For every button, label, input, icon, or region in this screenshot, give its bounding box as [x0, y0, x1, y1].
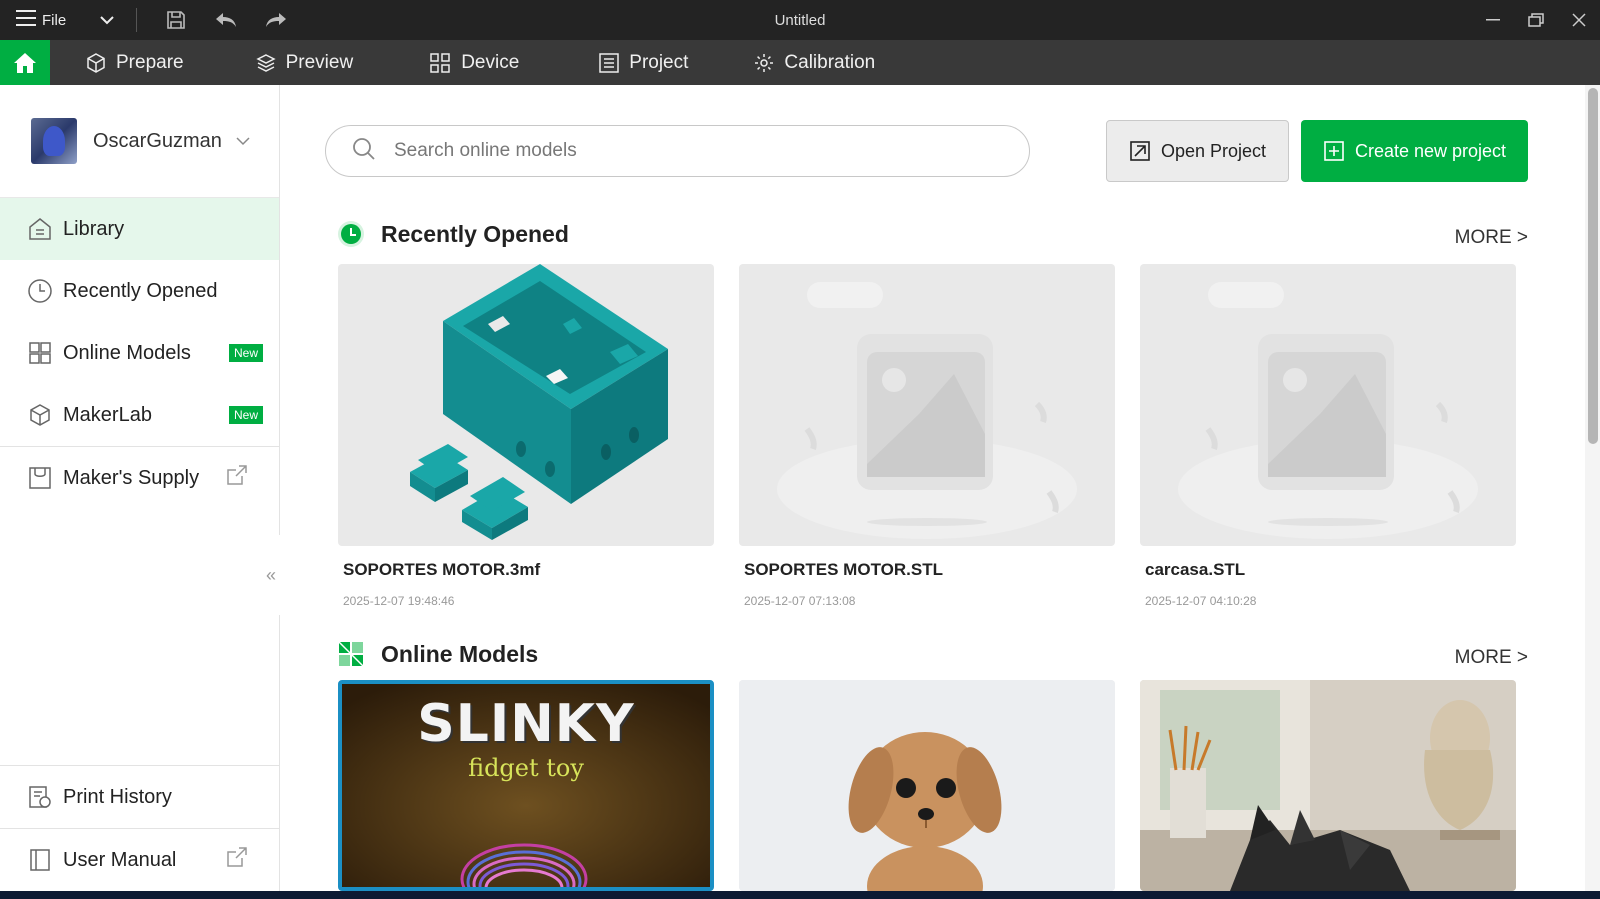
makerlab-icon	[27, 402, 53, 428]
model-thumbnail	[338, 264, 714, 546]
sidebar-item-label: Online Models	[63, 341, 191, 364]
sidebar-item-label: User Manual	[63, 848, 177, 871]
recently-opened-header: Recently Opened	[337, 220, 569, 248]
close-icon[interactable]	[1557, 0, 1600, 40]
file-menu-label: File	[42, 11, 67, 29]
section-title: Online Models	[381, 640, 539, 667]
sidebar-item-online-models[interactable]: Online Models New	[0, 322, 279, 384]
book-icon	[27, 847, 53, 873]
online-models-header: Online Models	[337, 640, 538, 668]
restore-icon[interactable]	[1514, 0, 1557, 40]
sidebar-item-label: Recently Opened	[63, 279, 218, 302]
online-model-card[interactable]	[739, 680, 1115, 891]
device-icon	[430, 52, 450, 73]
store-icon	[27, 465, 53, 491]
sidebar-item-recently-opened[interactable]: Recently Opened	[0, 260, 279, 322]
online-model-card[interactable]	[1140, 680, 1516, 891]
layers-icon	[255, 53, 276, 72]
file-date: 2025-12-07 07:13:08	[744, 594, 856, 608]
recent-more-link[interactable]: MORE >	[1455, 227, 1528, 249]
minimize-icon[interactable]	[1471, 0, 1514, 40]
search-icon	[352, 137, 376, 166]
models-icon	[338, 641, 364, 667]
home-icon	[14, 52, 36, 73]
toolbar-divider	[136, 8, 138, 32]
save-icon[interactable]	[151, 0, 201, 40]
tab-project[interactable]: Project	[599, 40, 688, 85]
create-new-project-button[interactable]: Create new project	[1301, 120, 1528, 182]
recent-card[interactable]: SOPORTES MOTOR.3mf 2025-12-07 19:48:46	[338, 264, 714, 608]
open-project-button[interactable]: Open Project	[1106, 120, 1289, 182]
tab-device[interactable]: Device	[429, 40, 519, 85]
external-link-icon	[227, 465, 247, 491]
gear-icon	[755, 53, 774, 72]
home-button[interactable]	[0, 40, 50, 85]
sidebar: OscarGuzman Library Recently Opened Onli…	[0, 85, 280, 891]
sidebar-item-label: Library	[63, 217, 125, 240]
hamburger-icon	[16, 10, 36, 30]
sidebar-item-makerlab[interactable]: MakerLab New	[0, 384, 279, 446]
external-link-icon	[227, 847, 247, 873]
tab-prepare-label: Prepare	[116, 51, 184, 73]
tab-prepare[interactable]: Prepare	[86, 40, 184, 85]
clock-icon	[27, 278, 53, 304]
open-project-icon	[1130, 141, 1150, 161]
open-project-label: Open Project	[1160, 140, 1267, 161]
new-badge: New	[228, 406, 263, 424]
sidebar-item-label: Print History	[63, 785, 172, 808]
placeholder-thumbnail	[1140, 264, 1516, 546]
online-more-link[interactable]: MORE >	[1455, 647, 1528, 669]
clock-icon	[338, 221, 364, 247]
create-project-label: Create new project	[1354, 140, 1507, 161]
new-badge: New	[228, 344, 263, 362]
username: OscarGuzman	[93, 129, 222, 152]
main-nav-bar: Prepare Preview Device Project Calibrati…	[0, 40, 1600, 85]
add-project-icon	[1324, 141, 1344, 161]
placeholder-thumbnail	[739, 264, 1115, 546]
online-model-card[interactable]: SLINKY fidget toy	[338, 680, 714, 891]
search-input[interactable]: Search online models	[394, 140, 577, 162]
tab-calibration-label: Calibration	[784, 51, 876, 73]
recent-card[interactable]: SOPORTES MOTOR.STL 2025-12-07 07:13:08	[739, 264, 1115, 608]
cube-icon	[87, 52, 105, 73]
avatar	[31, 118, 77, 164]
tab-calibration[interactable]: Calibration	[754, 40, 875, 85]
tab-preview[interactable]: Preview	[255, 40, 354, 85]
sidebar-item-user-manual[interactable]: User Manual	[0, 829, 279, 891]
tab-device-label: Device	[461, 51, 520, 73]
sidebar-item-label: Maker's Supply	[63, 466, 200, 489]
sidebar-item-label: MakerLab	[63, 403, 152, 426]
recent-card[interactable]: carcasa.STL 2025-12-07 04:10:28	[1140, 264, 1516, 608]
home-icon	[27, 216, 53, 242]
file-name: carcasa.STL	[1145, 560, 1246, 579]
file-name: SOPORTES MOTOR.3mf	[343, 560, 541, 579]
title-bar: File Untitled	[0, 0, 1600, 40]
file-date: 2025-12-07 19:48:46	[343, 594, 455, 608]
tab-project-label: Project	[629, 51, 689, 73]
tab-preview-label: Preview	[285, 51, 354, 73]
sidebar-item-print-history[interactable]: Print History	[0, 766, 279, 828]
file-date: 2025-12-07 04:10:28	[1145, 594, 1257, 608]
file-name: SOPORTES MOTOR.STL	[744, 560, 943, 579]
history-icon	[27, 784, 53, 810]
search-box[interactable]: Search online models	[325, 125, 1030, 177]
slinky-title: SLINKY	[417, 694, 635, 754]
sidebar-item-library[interactable]: Library	[0, 198, 279, 260]
chevron-down-icon[interactable]	[100, 12, 114, 28]
file-menu-button[interactable]: File	[0, 0, 124, 40]
section-title: Recently Opened	[381, 220, 569, 247]
list-icon	[599, 52, 620, 73]
taskbar-strip	[0, 891, 1600, 899]
sidebar-item-makers-supply[interactable]: Maker's Supply	[0, 447, 279, 509]
redo-icon[interactable]	[251, 0, 301, 40]
undo-icon[interactable]	[201, 0, 251, 40]
scrollbar-thumb[interactable]	[1588, 88, 1598, 444]
collapse-sidebar-button[interactable]: «	[262, 535, 280, 615]
slinky-subtitle: fidget toy	[468, 754, 584, 782]
models-icon	[27, 340, 53, 366]
user-account-menu[interactable]: OscarGuzman	[0, 85, 279, 198]
main-content: Search online models Open Project Create…	[280, 85, 1585, 891]
chevron-down-icon[interactable]	[236, 133, 250, 149]
